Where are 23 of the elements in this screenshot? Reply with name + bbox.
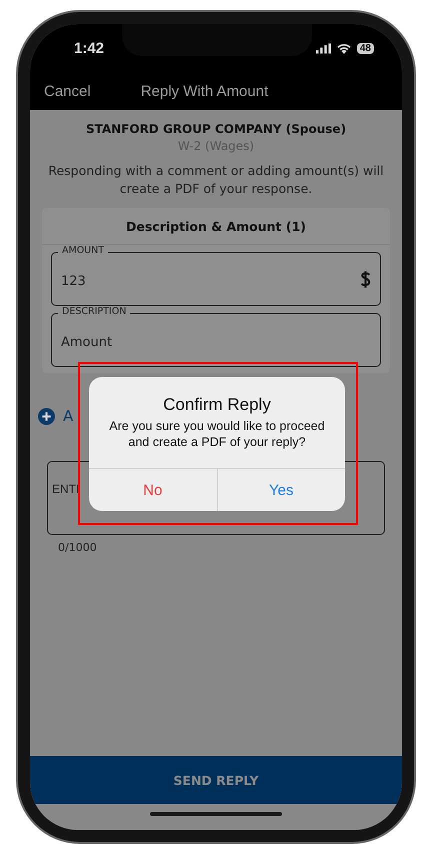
dialog-title: Confirm Reply <box>163 395 271 415</box>
dialog-button[interactable]: Yes <box>216 469 345 511</box>
add-link[interactable]: A <box>63 407 74 425</box>
field-value: Amount <box>61 334 114 350</box>
input-field[interactable]: DESCRIPTION Amount <box>51 306 381 367</box>
field-label: DESCRIPTION <box>58 306 130 317</box>
field-label: AMOUNT <box>58 245 108 256</box>
dialog-message: Are you sure you would like to proceed and create a PDF of your reply? <box>108 418 326 450</box>
send-reply-button[interactable]: SEND REPLY <box>30 756 402 804</box>
input-field[interactable]: AMOUNT 123 <box>51 245 381 306</box>
signal-icon <box>316 42 331 54</box>
status-time: 1:42 <box>74 40 104 56</box>
field-value: 123 <box>61 274 87 288</box>
add-icon[interactable] <box>38 408 55 424</box>
cancel-button[interactable]: Cancel <box>44 82 91 100</box>
wifi-icon <box>336 42 352 54</box>
screen-title: Reply With Amount <box>140 82 268 100</box>
battery-level: 48 <box>356 42 374 54</box>
character-counter: 0/1000 <box>58 541 97 554</box>
notice-text: Responding with a comment or adding amount(s) will create a PDF of your response. <box>47 162 385 198</box>
dialog-button[interactable]: No <box>89 469 216 511</box>
dollar-icon <box>360 270 371 288</box>
company-name: STANFORD GROUP COMPANY (Spouse) <box>86 122 346 136</box>
